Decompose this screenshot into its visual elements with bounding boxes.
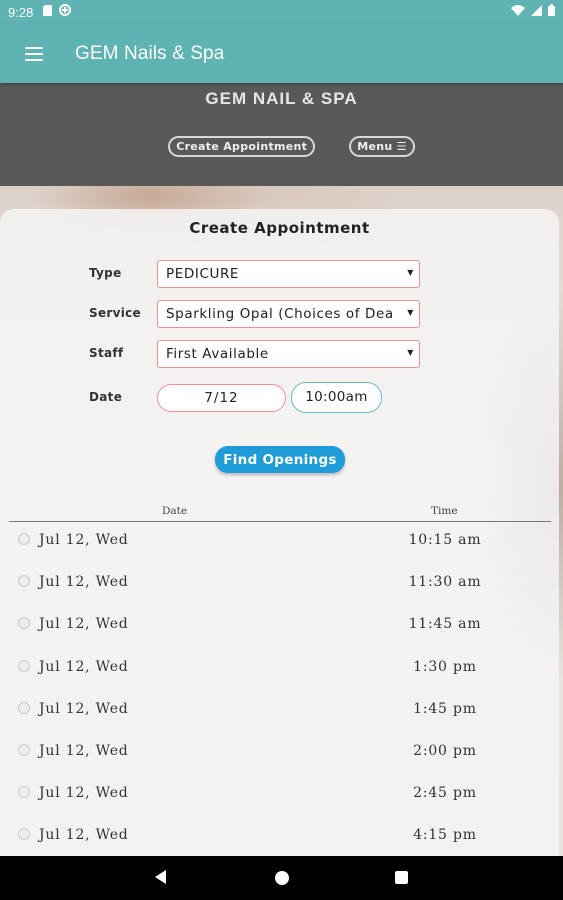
slot-row[interactable]: Jul 12, Wed 1:30 pm [0,649,559,691]
service-row: Service Sparkling Opal (Choices of Dea ▼ [0,300,559,328]
staff-select[interactable]: First Available ▼ [157,340,420,368]
slot-time: 11:45 am [408,616,482,633]
slot-radio[interactable] [18,617,30,630]
slot-date: Jul 12, Wed [39,532,129,548]
slot-row[interactable]: Jul 12, Wed 4:15 pm [0,817,559,859]
slot-row[interactable]: Jul 12, Wed 2:00 pm [0,733,559,775]
slot-date: Jul 12, Wed [39,785,129,802]
slot-date: Jul 12, Wed [39,700,129,717]
slot-time: 10:15 am [408,532,482,548]
sd-card-icon [43,4,53,20]
home-icon[interactable] [275,871,289,885]
slot-time: 11:30 am [408,574,482,591]
type-label: Type [89,266,122,280]
date-input[interactable]: 7/12 [157,384,286,412]
staff-label: Staff [89,346,124,360]
dropdown-caret-icon: ▼ [404,348,414,357]
slot-date: Jul 12, Wed [39,742,129,759]
date-column-header: Date [162,505,188,517]
date-label: Date [89,390,123,404]
appointment-card: Create Appointment Type PEDICURE ▼ Servi… [0,209,559,869]
menu-button[interactable]: Menu ☰ [349,136,415,157]
slot-radio[interactable] [18,786,30,799]
battery-icon [548,4,555,20]
service-value: Sparkling Opal (Choices of Dea [166,306,394,322]
signal-icon [531,4,542,20]
slot-time: 2:45 pm [413,785,477,802]
find-openings-button[interactable]: Find Openings [215,446,345,473]
slots-list: Jul 12, Wed 10:15 am Jul 12, Wed 11:30 a… [0,522,559,860]
create-appointment-button[interactable]: Create Appointment [168,136,316,157]
slot-date: Jul 12, Wed [39,827,129,844]
service-label: Service [89,306,141,320]
slot-date: Jul 12, Wed [39,574,129,591]
wifi-icon [511,4,525,20]
back-icon[interactable] [155,870,166,884]
app-title: GEM Nails & Spa [75,42,225,64]
site-header: GEM NAIL & SPA Create Appointment Menu ☰ [0,83,563,186]
staff-row: Staff First Available ▼ [0,340,559,368]
slot-row[interactable]: Jul 12, Wed 11:45 am [0,606,559,648]
slot-row[interactable]: Jul 12, Wed 1:45 pm [0,691,559,733]
slot-time: 4:15 pm [413,827,477,844]
slot-radio[interactable] [18,828,30,841]
type-row: Type PEDICURE ▼ [0,260,559,288]
time-input[interactable]: 10:00am [291,382,382,413]
slot-date: Jul 12, Wed [39,658,129,675]
staff-value: First Available [166,346,269,362]
dropdown-caret-icon: ▼ [404,308,414,317]
form-title: Create Appointment [189,219,370,237]
status-time: 9:28 [8,4,34,20]
slot-row[interactable]: Jul 12, Wed 10:15 am [0,522,559,564]
dropdown-caret-icon: ▼ [404,268,414,277]
slot-time: 2:00 pm [413,742,477,759]
recent-apps-icon[interactable] [395,871,408,884]
slot-row[interactable]: Jul 12, Wed 11:30 am [0,564,559,606]
slot-time: 1:30 pm [413,658,477,675]
slot-radio[interactable] [18,575,30,588]
service-select[interactable]: Sparkling Opal (Choices of Dea ▼ [157,300,420,328]
date-row: Date 7/12 10:00am [0,382,559,413]
slot-radio[interactable] [18,533,30,545]
slot-radio[interactable] [18,743,30,756]
slot-date: Jul 12, Wed [39,616,129,633]
slot-radio[interactable] [18,701,30,714]
navigation-bar [0,856,563,900]
slot-row[interactable]: Jul 12, Wed 2:45 pm [0,775,559,817]
slot-time: 1:45 pm [413,700,477,717]
type-value: PEDICURE [166,266,240,282]
slot-radio[interactable] [18,659,30,672]
type-select[interactable]: PEDICURE ▼ [157,260,420,288]
slots-table-header: Date Time [9,504,551,522]
status-bar: 9:28 [0,0,563,24]
hamburger-menu-icon[interactable] [25,46,43,61]
time-column-header: Time [431,505,458,517]
site-title: GEM NAIL & SPA [205,89,358,108]
data-saver-icon [59,4,72,20]
app-bar: GEM Nails & Spa [0,24,563,83]
